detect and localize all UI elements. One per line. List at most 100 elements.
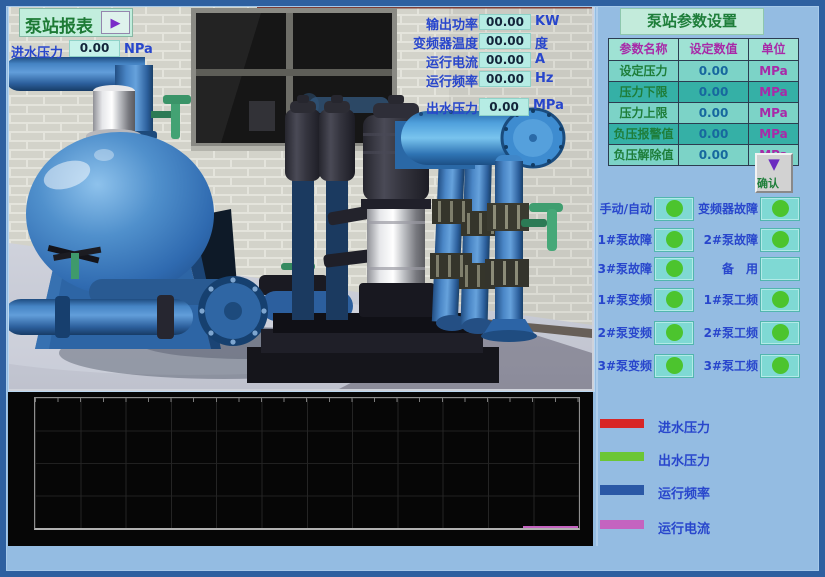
reading-unit: Hz [535, 71, 553, 86]
status-lamp-icon [666, 231, 683, 248]
pump-station-hmi: 泵站报表 ▶ 进水压力 0.00 NPa 输出功率 00.00 KW 变频器温度… [0, 0, 825, 577]
status-indicator [760, 354, 800, 378]
status-lamp-icon [772, 291, 789, 308]
riser-2 [461, 155, 492, 326]
inlet-pressure-label: 进水压力 [11, 42, 63, 61]
legend-swatch-outlet [600, 452, 644, 461]
param-setpoint[interactable]: 0.00 [679, 145, 749, 166]
param-setpoint[interactable]: 0.00 [679, 61, 749, 82]
status-indicator [760, 321, 800, 345]
reading-label: 输出功率 [426, 14, 478, 33]
legend-label: 进水压力 [658, 417, 710, 436]
legend-item: 运行电流 [600, 518, 818, 532]
inlet-pressure-value: 0.00 [69, 40, 120, 57]
outlet-pressure-row: 出水压力 0.00 MPa [9, 98, 592, 115]
status-lamp-icon [772, 200, 789, 217]
status-indicator [654, 228, 694, 252]
flange-face [198, 276, 268, 346]
status-lamp-icon [666, 324, 683, 341]
report-button-label: 泵站报表 [25, 12, 93, 37]
legend-swatch-current [600, 520, 644, 529]
status-indicator [760, 257, 800, 281]
param-setpoint[interactable]: 0.00 [679, 82, 749, 103]
legend-swatch-frequency [600, 485, 644, 495]
confirm-label: 确认 [757, 175, 779, 191]
legend-item: 进水压力 [600, 417, 818, 431]
status-label: 2#泵变频 [598, 324, 652, 341]
reading-value: 00.00 [479, 71, 531, 87]
param-unit: MPa [749, 61, 799, 82]
status-label: 1#泵故障 [598, 231, 652, 248]
status-indicator [760, 288, 800, 312]
settings-title: 泵站参数设置 [620, 8, 764, 35]
trend-axis-ticks [35, 398, 579, 402]
reading-row: 运行频率 00.00 Hz [9, 71, 592, 88]
status-label: 1#泵变频 [598, 291, 652, 308]
legend-item: 运行频率 [600, 483, 818, 497]
status-row: 1#泵变频 1#泵工频 [600, 288, 818, 312]
outlet-pressure-value: 0.00 [479, 98, 529, 116]
status-label: 2#泵故障 [704, 231, 758, 248]
trend-plot-area [34, 397, 580, 530]
status-lamp-icon [666, 291, 683, 308]
param-name: 压力上限 [609, 103, 679, 124]
legend-item: 出水压力 [600, 450, 818, 464]
status-indicator [654, 257, 694, 281]
status-row: 3#泵变频 3#泵工频 [600, 354, 818, 378]
play-icon: ▶ [101, 11, 130, 34]
param-unit: MPa [749, 103, 799, 124]
param-unit: MPa [749, 124, 799, 145]
status-lamp-icon [772, 324, 789, 341]
column-header: 参数名称 [609, 39, 679, 61]
status-lamp-icon [666, 200, 683, 217]
outlet-pressure-label: 出水压力 [426, 98, 478, 117]
param-setpoint[interactable]: 0.00 [679, 124, 749, 145]
scene-panel: 泵站报表 ▶ 进水压力 0.00 NPa 输出功率 00.00 KW 变频器温度… [8, 4, 595, 392]
status-lamp-icon [772, 231, 789, 248]
status-label: 变频器故障 [698, 200, 758, 217]
reading-label: 变频器温度 [413, 33, 478, 52]
outlet-pressure-unit: MPa [533, 98, 564, 113]
column-header: 单位 [749, 39, 799, 61]
reading-value: 00.00 [479, 14, 531, 30]
param-name: 负压解除值 [609, 145, 679, 166]
legend-label: 运行频率 [658, 483, 710, 502]
settings-panel: 泵站参数设置 参数名称 设定数值 单位 设定压力 0.00 MPa 压力下限 0… [600, 4, 818, 564]
parameter-table: 参数名称 设定数值 单位 设定压力 0.00 MPa 压力下限 0.00 MPa… [608, 38, 799, 166]
reading-unit: A [535, 52, 545, 67]
status-label: 2#泵工频 [704, 324, 758, 341]
status-label: 1#泵工频 [704, 291, 758, 308]
legend-label: 运行电流 [658, 518, 710, 537]
report-button[interactable]: 泵站报表 ▶ [19, 8, 133, 37]
status-indicator [654, 197, 694, 221]
column-header: 设定数值 [679, 39, 749, 61]
status-lamp-icon [772, 357, 789, 374]
run-current-trace [523, 526, 578, 528]
status-label: 3#泵工频 [704, 357, 758, 374]
status-indicator [654, 321, 694, 345]
param-name: 负压报警值 [609, 124, 679, 145]
confirm-button[interactable]: ▼ 确认 [755, 153, 793, 193]
status-label: 备 用 [722, 260, 758, 277]
reading-label: 运行电流 [426, 52, 478, 71]
param-unit: MPa [749, 82, 799, 103]
status-lamp-icon [666, 260, 683, 277]
status-indicator [760, 197, 800, 221]
status-lamp-icon [666, 357, 683, 374]
status-row: 手动/自动 变频器故障 [600, 197, 818, 221]
status-indicator [654, 354, 694, 378]
status-label: 3#泵变频 [598, 357, 652, 374]
reading-value: 00.00 [479, 52, 531, 68]
param-name: 压力下限 [609, 82, 679, 103]
status-label: 3#泵故障 [598, 260, 652, 277]
param-setpoint[interactable]: 0.00 [679, 103, 749, 124]
status-row: 2#泵变频 2#泵工频 [600, 321, 818, 345]
reading-value: 00.00 [479, 33, 531, 49]
manifold [395, 109, 564, 169]
reading-unit: 度 [535, 33, 548, 52]
status-indicator [654, 288, 694, 312]
legend-label: 出水压力 [658, 450, 710, 469]
status-row: 3#泵故障 备 用 [600, 257, 818, 281]
legend-swatch-inlet [600, 419, 644, 428]
confirm-triangle-icon: ▼ [757, 156, 791, 172]
